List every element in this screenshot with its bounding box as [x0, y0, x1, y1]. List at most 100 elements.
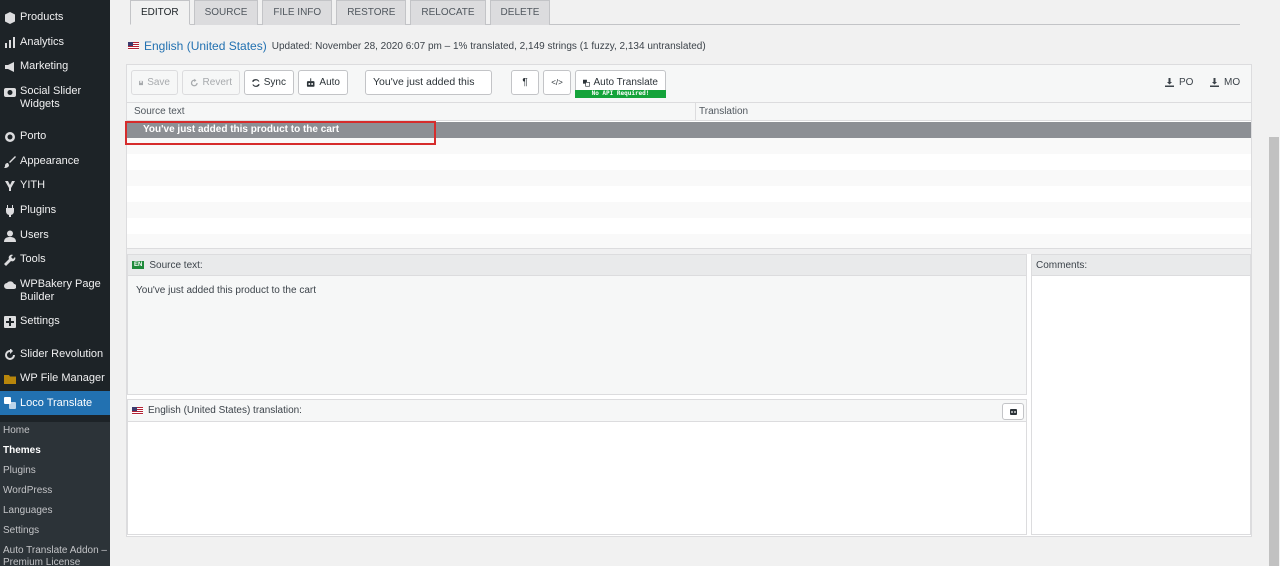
translation-column-header[interactable]: Translation [695, 103, 748, 121]
code-view-button[interactable]: </> [543, 70, 571, 95]
bar-chart-icon [3, 36, 16, 49]
sync-button[interactable]: Sync [244, 70, 294, 95]
tab-file-info[interactable]: FILE INFO [262, 0, 333, 25]
submenu-item-settings[interactable]: Settings [3, 525, 107, 537]
user-icon [3, 229, 16, 242]
filter-input[interactable]: You've just added this [365, 70, 492, 95]
submenu-item-wordpress[interactable]: WordPress [3, 485, 107, 497]
en-language-badge: EN [132, 261, 145, 269]
sidebar-item-social-slider-widgets[interactable]: Social Slider Widgets [0, 85, 110, 111]
sidebar-item-users[interactable]: Users [0, 229, 110, 242]
plug-icon [3, 204, 16, 217]
tab-editor[interactable]: EDITOR [130, 0, 190, 25]
translation-textarea[interactable] [128, 422, 1026, 534]
sidebar-item-yith[interactable]: YITH [0, 179, 110, 192]
megaphone-icon [3, 60, 16, 73]
pilcrow-button[interactable]: ¶ [511, 70, 539, 95]
editor-toolbar: Save Revert Sync Auto You've just added … [127, 65, 1251, 103]
sidebar-item-slider-revolution[interactable]: Slider Revolution [0, 348, 110, 361]
comments-pane-header: Comments: [1032, 255, 1250, 276]
translation-editor: Save Revert Sync Auto You've just added … [125, 64, 1252, 537]
auto-button[interactable]: Auto [298, 70, 348, 95]
download-po-button[interactable]: PO [1165, 77, 1193, 88]
brush-icon [3, 155, 16, 168]
auto-translate-string-button[interactable] [1002, 403, 1024, 420]
status-text: Updated: November 28, 2020 6:07 pm – 1% … [271, 40, 706, 52]
page-scrollbar[interactable] [1268, 0, 1280, 566]
sidebar-item-marketing[interactable]: Marketing [0, 60, 110, 73]
sync-icon [252, 78, 260, 87]
revert-label: Revert [202, 77, 232, 88]
translate-icon [583, 79, 590, 87]
wrench-icon [3, 253, 16, 266]
tab-relocate[interactable]: RELOCATE [410, 0, 486, 25]
tab-restore[interactable]: RESTORE [336, 0, 407, 25]
table-row [127, 154, 1251, 170]
download-icon [1165, 78, 1174, 87]
sidebar-item-products[interactable]: Products [0, 11, 110, 24]
yith-icon [3, 179, 16, 192]
source-pane-header: EN Source text: [128, 255, 1026, 276]
red-highlight-annotation [125, 121, 436, 145]
main-content: EDITOR SOURCE FILE INFO RESTORE RELOCATE… [110, 0, 1280, 566]
submenu-item-themes[interactable]: Themes [3, 445, 107, 457]
robot-icon [306, 77, 315, 87]
source-column-header[interactable]: Source text [134, 106, 185, 117]
sidebar-item-tools[interactable]: Tools [0, 253, 110, 266]
camera-icon [3, 85, 16, 98]
download-mo-button[interactable]: MO [1210, 77, 1240, 88]
sidebar-item-wpbakery[interactable]: WPBakery Page Builder [0, 278, 110, 304]
admin-sidebar: Products Analytics Marketing Social Slid… [0, 0, 110, 566]
submenu-item-plugins[interactable]: Plugins [3, 465, 107, 477]
translation-pane: English (United States) translation: [127, 399, 1027, 535]
auto-translate-label: Auto Translate [593, 77, 658, 88]
translation-pane-title: English (United States) translation: [148, 405, 302, 416]
table-row [127, 202, 1251, 218]
revert-icon [190, 78, 198, 86]
translation-pane-header: English (United States) translation: [128, 400, 1026, 422]
source-text-pane: EN Source text: You've just added this p… [127, 254, 1027, 395]
sync-label: Sync [263, 77, 286, 88]
table-row [127, 218, 1251, 234]
table-row [127, 186, 1251, 202]
table-row [127, 170, 1251, 186]
no-api-badge: No API Required! [575, 90, 666, 98]
language-link[interactable]: English (United States) [144, 39, 267, 53]
pilcrow-icon: ¶ [522, 77, 528, 88]
save-button[interactable]: Save [131, 70, 178, 95]
sidebar-item-wp-file-manager[interactable]: WP File Manager [0, 372, 110, 385]
scrollbar-thumb[interactable] [1269, 137, 1279, 566]
source-text-value: You've just added this product to the ca… [136, 285, 316, 296]
download-icon [1210, 78, 1219, 87]
save-icon [139, 80, 144, 85]
folder-icon [3, 372, 16, 385]
sidebar-item-porto[interactable]: Porto [0, 130, 110, 143]
submenu-item-languages[interactable]: Languages [3, 505, 107, 517]
cube-icon [3, 11, 16, 24]
us-flag-icon [132, 406, 143, 415]
robot-icon [1009, 409, 1017, 415]
sidebar-item-plugins[interactable]: Plugins [0, 204, 110, 217]
filter-input-value: You've just added this [373, 76, 475, 88]
save-label: Save [147, 77, 170, 88]
cloud-icon [3, 278, 16, 291]
tab-delete[interactable]: DELETE [489, 0, 551, 25]
translate-icon [3, 397, 16, 410]
us-flag-icon [128, 42, 139, 50]
sidebar-item-appearance[interactable]: Appearance [0, 155, 110, 168]
sidebar-item-loco-translate[interactable]: Loco Translate [0, 391, 110, 415]
submenu-item-home[interactable]: Home [3, 425, 107, 437]
comments-pane: Comments: [1031, 254, 1251, 535]
refresh-icon [3, 348, 16, 361]
file-status: English (United States) Updated: Novembe… [128, 39, 706, 53]
submenu-item-auto-translate-addon[interactable]: Auto Translate Addon – Premium License [3, 545, 107, 566]
sidebar-item-settings[interactable]: Settings [0, 315, 110, 328]
revert-button[interactable]: Revert [182, 70, 240, 95]
sidebar-item-analytics[interactable]: Analytics [0, 36, 110, 49]
code-icon: </> [551, 78, 563, 87]
tab-source[interactable]: SOURCE [193, 0, 259, 25]
settings-icon [3, 315, 16, 328]
circle-icon [3, 130, 16, 143]
auto-label: Auto [319, 77, 340, 88]
editor-tabs: EDITOR SOURCE FILE INFO RESTORE RELOCATE… [130, 0, 554, 25]
